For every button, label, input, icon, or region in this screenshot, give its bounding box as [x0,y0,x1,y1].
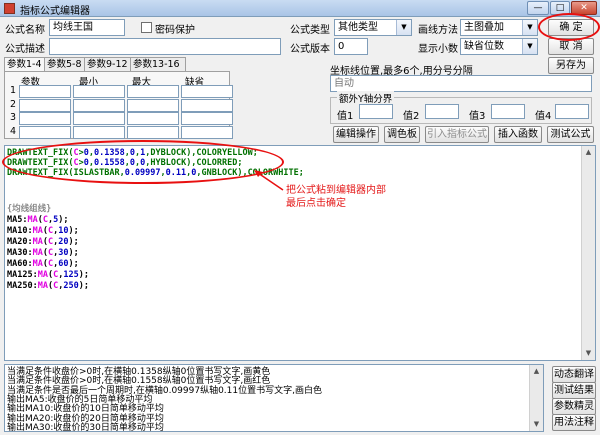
annotation-arrow [254,170,284,191]
annotation-line-2: 最后点击确定 [286,198,346,209]
annotation-line-1: 把公式粘到编辑器内部 [286,185,386,196]
arrow-line [257,172,284,191]
